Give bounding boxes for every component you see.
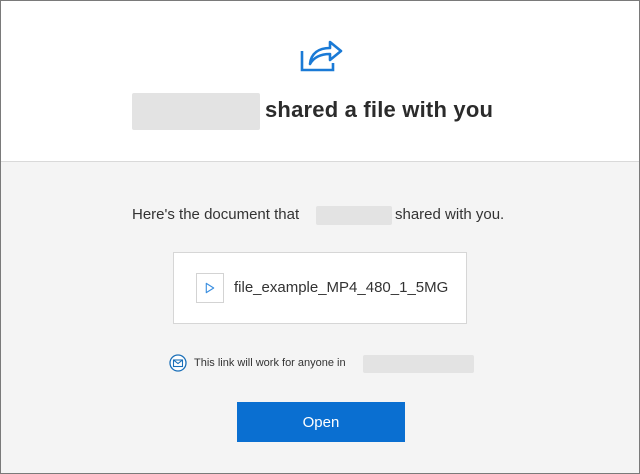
file-card[interactable]: file_example_MP4_480_1_5MG xyxy=(173,252,467,324)
message-suffix: shared with you. xyxy=(395,206,505,223)
redacted-sender-inline xyxy=(316,206,392,225)
header-section: shared a file with you xyxy=(1,1,639,162)
redacted-organization xyxy=(363,355,474,373)
link-notice-text: This link will work for anyone in xyxy=(194,357,346,369)
video-play-icon xyxy=(196,273,224,303)
open-button[interactable]: Open xyxy=(237,402,405,442)
page-title: shared a file with you xyxy=(265,97,494,122)
share-arrow-icon xyxy=(300,40,343,72)
redacted-sender-name xyxy=(132,93,260,130)
org-link-icon xyxy=(169,354,187,372)
share-notification-window: shared a file with you Here's the docume… xyxy=(0,0,640,474)
message-prefix: Here's the document that xyxy=(132,206,300,223)
file-name[interactable]: file_example_MP4_480_1_5MG xyxy=(234,279,448,296)
